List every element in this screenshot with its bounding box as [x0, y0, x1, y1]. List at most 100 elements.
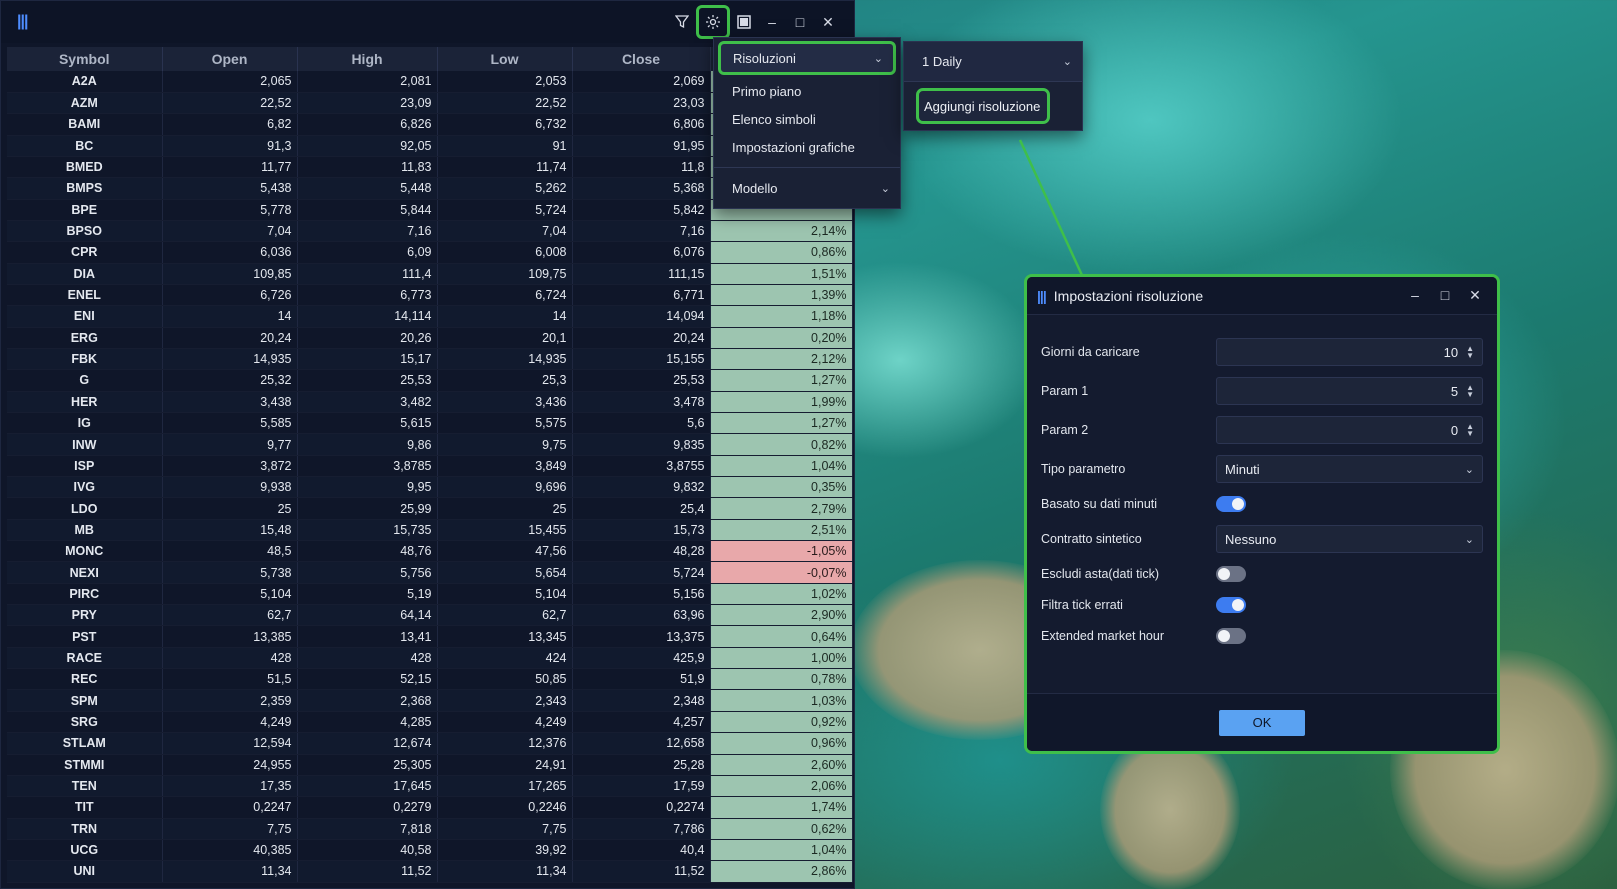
cell-high: 111,4 [297, 263, 438, 285]
table-row[interactable]: ENEL 6,726 6,773 6,724 6,771 1,39% [7, 284, 853, 307]
table-row[interactable]: LDO 25 25,99 25 25,4 2,79% [7, 497, 853, 520]
close-icon[interactable]: ✕ [814, 8, 842, 36]
filter-icon[interactable] [668, 8, 696, 36]
maximize-icon[interactable]: □ [1433, 287, 1457, 304]
table-row[interactable]: PST 13,385 13,41 13,345 13,375 0,64% [7, 625, 853, 648]
table-row[interactable]: IG 5,585 5,615 5,575 5,6 1,27% [7, 412, 853, 435]
cell-low: 12,376 [437, 732, 573, 755]
cell-open: 22,52 [162, 92, 298, 115]
cell-high: 14,114 [297, 305, 438, 328]
cell-open: 25 [162, 497, 298, 520]
cell-close: 25,28 [572, 754, 711, 776]
cell-high: 3,8785 [297, 455, 438, 478]
table-row[interactable]: RACE 428 428 424 425,9 1,00% [7, 647, 853, 670]
cell-high: 25,305 [297, 754, 438, 776]
basato-toggle[interactable] [1216, 496, 1246, 512]
menu-item-risoluzioni[interactable]: Risoluzioni ⌄ [718, 41, 896, 75]
table-row[interactable]: MONC 48,5 48,76 47,56 48,28 -1,05% [7, 540, 853, 563]
cell-low: 5,262 [437, 177, 573, 200]
spinner-icon[interactable]: ▲ ▼ [1466, 345, 1474, 360]
chevron-down-icon: ⌄ [880, 182, 890, 195]
cell-symbol: NEXI [7, 561, 163, 584]
table-row[interactable]: SPM 2,359 2,368 2,343 2,348 1,03% [7, 689, 853, 712]
table-row[interactable]: UNI 11,34 11,52 11,34 11,52 2,86% [7, 860, 853, 883]
cell-change: 1,74% [710, 796, 853, 819]
table-row[interactable]: TRN 7,75 7,818 7,75 7,786 0,62% [7, 818, 853, 840]
param2-stepper[interactable]: 0 ▲ ▼ [1216, 416, 1483, 444]
column-header-close[interactable]: Close [572, 47, 711, 71]
cell-high: 4,285 [297, 711, 438, 734]
column-header-low[interactable]: Low [437, 47, 573, 71]
menu-item-elenco-simboli[interactable]: Elenco simboli [714, 105, 900, 133]
table-row[interactable]: STLAM 12,594 12,674 12,376 12,658 0,96% [7, 732, 853, 755]
table-row[interactable]: UCG 40,385 40,58 39,92 40,4 1,04% [7, 839, 853, 862]
table-row[interactable]: G 25,32 25,53 25,3 25,53 1,27% [7, 369, 853, 392]
table-row[interactable]: IVG 9,938 9,95 9,696 9,832 0,35% [7, 476, 853, 499]
close-icon[interactable]: ✕ [1463, 287, 1487, 304]
ok-button[interactable]: OK [1219, 709, 1305, 736]
tipo-parametro-select[interactable]: Minuti ⌄ [1216, 455, 1483, 483]
cell-close: 13,375 [572, 625, 711, 648]
field-label: Param 1 [1041, 384, 1089, 398]
cell-symbol: IVG [7, 476, 163, 499]
cell-close: 5,6 [572, 412, 711, 435]
cell-symbol: RACE [7, 647, 163, 670]
menu-item-impostazioni-grafiche[interactable]: Impostazioni grafiche [714, 133, 900, 161]
table-row[interactable]: DIA 109,85 111,4 109,75 111,15 1,51% [7, 263, 853, 285]
table-row[interactable]: PRY 62,7 64,14 62,7 63,96 2,90% [7, 604, 853, 627]
gear-icon[interactable] [696, 5, 730, 39]
table-row[interactable]: FBK 14,935 15,17 14,935 15,155 2,12% [7, 348, 853, 371]
filtra-tick-toggle[interactable] [1216, 597, 1246, 613]
table-row[interactable]: ISP 3,872 3,8785 3,849 3,8755 1,04% [7, 455, 853, 478]
param1-stepper[interactable]: 5 ▲ ▼ [1216, 377, 1483, 405]
column-header-symbol[interactable]: Symbol [7, 47, 163, 71]
table-row[interactable]: MB 15,48 15,735 15,455 15,73 2,51% [7, 519, 853, 542]
table-row[interactable]: ENI 14 14,114 14 14,094 1,18% [7, 305, 853, 328]
escludi-asta-toggle[interactable] [1216, 566, 1246, 582]
table-row[interactable]: CPR 6,036 6,09 6,008 6,076 0,86% [7, 241, 853, 264]
cell-symbol: DIA [7, 263, 163, 285]
minimize-icon[interactable]: – [758, 8, 786, 36]
cell-high: 0,2279 [297, 796, 438, 819]
menu-item-primo-piano[interactable]: Primo piano [714, 77, 900, 105]
minimize-icon[interactable]: – [1403, 287, 1427, 304]
cell-symbol: FBK [7, 348, 163, 371]
menu-item-modello[interactable]: Modello ⌄ [714, 174, 900, 202]
table-row[interactable]: REC 51,5 52,15 50,85 51,9 0,78% [7, 668, 853, 691]
window-toolbar: – □ ✕ [668, 5, 842, 39]
table-row[interactable]: NEXI 5,738 5,756 5,654 5,724 -0,07% [7, 561, 853, 584]
spinner-icon[interactable]: ▲ ▼ [1466, 384, 1474, 399]
cell-low: 39,92 [437, 839, 573, 862]
maximize-icon[interactable]: □ [786, 8, 814, 36]
add-resolution-button[interactable]: Aggiungi risoluzione [916, 88, 1050, 124]
giorni-stepper[interactable]: 10 ▲ ▼ [1216, 338, 1483, 366]
table-row[interactable]: PIRC 5,104 5,19 5,104 5,156 1,02% [7, 583, 853, 606]
field-label: Basato su dati minuti [1041, 497, 1158, 511]
cell-low: 14 [437, 305, 573, 328]
cell-close: 2,069 [572, 71, 711, 93]
cell-close: 15,73 [572, 519, 711, 542]
cell-change: 0,96% [710, 732, 853, 755]
panel-icon[interactable] [730, 8, 758, 36]
table-row[interactable]: ERG 20,24 20,26 20,1 20,24 0,20% [7, 327, 853, 349]
cell-low: 11,74 [437, 156, 573, 179]
resolution-select[interactable]: 1 Daily ⌄ [904, 42, 1082, 82]
cell-close: 9,835 [572, 433, 711, 456]
cell-high: 15,735 [297, 519, 438, 542]
table-row[interactable]: HER 3,438 3,482 3,436 3,478 1,99% [7, 391, 853, 414]
cell-open: 91,3 [162, 135, 298, 157]
table-row[interactable]: STMMI 24,955 25,305 24,91 25,28 2,60% [7, 754, 853, 776]
cell-change: 0,64% [710, 625, 853, 648]
column-header-open[interactable]: Open [162, 47, 298, 71]
resolution-selected-value: 1 Daily [922, 54, 962, 69]
table-row[interactable]: SRG 4,249 4,285 4,249 4,257 0,92% [7, 711, 853, 734]
cell-close: 6,771 [572, 284, 711, 307]
spinner-icon[interactable]: ▲ ▼ [1466, 423, 1474, 438]
contratto-sintetico-select[interactable]: Nessuno ⌄ [1216, 525, 1483, 553]
table-row[interactable]: TIT 0,2247 0,2279 0,2246 0,2274 1,74% [7, 796, 853, 819]
column-header-high[interactable]: High [297, 47, 438, 71]
extended-hour-toggle[interactable] [1216, 628, 1246, 644]
table-row[interactable]: INW 9,77 9,86 9,75 9,835 0,82% [7, 433, 853, 456]
table-row[interactable]: BPSO 7,04 7,16 7,04 7,16 2,14% [7, 220, 853, 243]
table-row[interactable]: TEN 17,35 17,645 17,265 17,59 2,06% [7, 775, 853, 798]
